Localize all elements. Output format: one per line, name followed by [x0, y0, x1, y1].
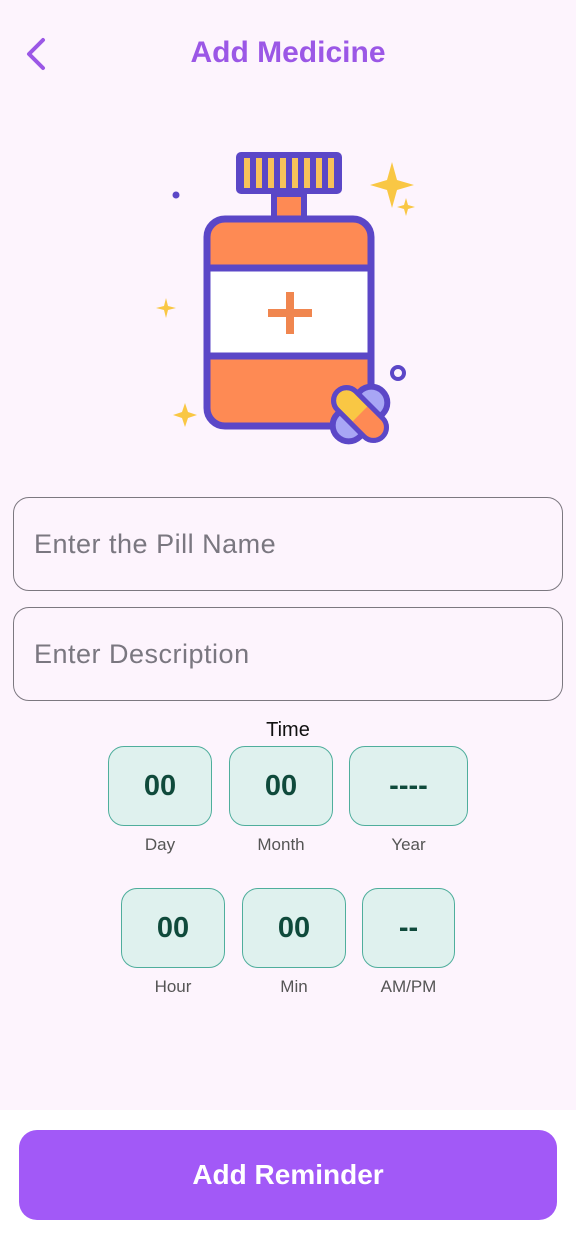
hour-picker[interactable]: 00 [121, 888, 225, 968]
year-picker[interactable]: ---- [349, 746, 468, 826]
decor-ring [390, 365, 406, 381]
page-title: Add Medicine [190, 36, 386, 69]
day-label: Day [144, 835, 176, 854]
add-reminder-button[interactable]: Add Reminder [19, 1130, 557, 1220]
day-picker[interactable]: 00 [108, 746, 212, 826]
pill-name-field[interactable] [13, 497, 563, 591]
minute-picker[interactable]: 00 [242, 888, 346, 968]
bottle-cap [236, 152, 342, 194]
medicine-bottle-illustration [156, 152, 415, 445]
year-label: Year [391, 835, 426, 854]
sparkle-small-icon [397, 198, 415, 216]
ampm-label: AM/PM [380, 977, 437, 996]
pill-name-input[interactable] [14, 498, 562, 590]
description-field[interactable] [13, 607, 563, 701]
minute-label: Min [280, 977, 308, 996]
app-header: Add Medicine [0, 0, 576, 110]
month-picker[interactable]: 00 [229, 746, 333, 826]
sparkle-large-icon [370, 162, 414, 208]
description-input[interactable] [14, 608, 562, 700]
decor-dot [172, 191, 180, 199]
sparkle-left-icon [156, 298, 176, 318]
time-label: Time [266, 719, 310, 741]
hour-label: Hour [154, 977, 192, 996]
sparkle-bottom-icon [173, 403, 197, 427]
month-label: Month [257, 835, 305, 854]
ampm-picker[interactable]: -- [362, 888, 455, 968]
